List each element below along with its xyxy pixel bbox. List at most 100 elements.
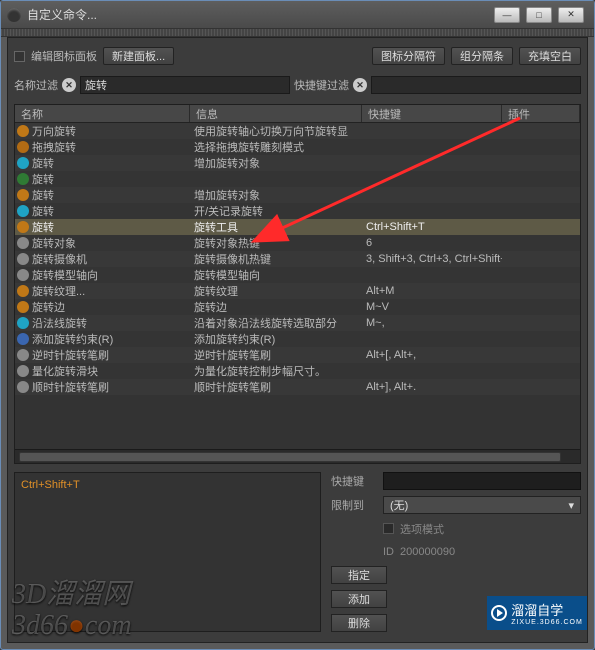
horizontal-scrollbar[interactable]: [15, 449, 580, 463]
row-name: 万向旋转: [32, 123, 76, 139]
row-icon: [17, 285, 29, 297]
hotkey-input[interactable]: [383, 472, 581, 490]
row-icon: [17, 157, 29, 169]
table-header: 名称 信息 快捷键 插件: [15, 105, 580, 123]
titlebar: 自定义命令... — □ ✕: [1, 1, 594, 29]
row-hotkey: M~V: [362, 301, 502, 313]
table-row[interactable]: 万向旋转 使用旋转轴心切换万向节旋转显: [15, 123, 580, 139]
table-row[interactable]: 旋转纹理...旋转纹理Alt+M: [15, 283, 580, 299]
brand-badge: 溜溜自学 ZIXUE.3D66.COM: [487, 596, 587, 630]
col-name[interactable]: 名称: [15, 105, 190, 122]
table-row[interactable]: 旋转 旋转工具Ctrl+Shift+T: [15, 219, 580, 235]
row-name: 拖拽旋转: [32, 139, 76, 155]
id-label: ID: [383, 546, 394, 558]
table-row[interactable]: 逆时针旋转笔刷逆时针旋转笔刷Alt+[, Alt+,: [15, 347, 580, 363]
row-info: 旋转对象热键: [190, 235, 362, 251]
table-body: 万向旋转使用旋转轴心切换万向节旋转显拖拽旋转选择拖拽旋转雕刻模式旋转增加旋转对象…: [15, 123, 580, 449]
table-row[interactable]: 拖拽旋转选择拖拽旋转雕刻模式: [15, 139, 580, 155]
icon-separator-button[interactable]: 图标分隔符: [372, 47, 445, 65]
table-row[interactable]: 顺时针旋转笔刷顺时针旋转笔刷Alt+], Alt+.: [15, 379, 580, 395]
brand-sub: ZIXUE.3D66.COM: [511, 619, 583, 626]
row-icon: [17, 333, 29, 345]
limit-combo-value: (无): [390, 497, 408, 513]
row-info: 旋转摄像机热键: [190, 251, 362, 267]
col-plugin[interactable]: 插件: [502, 105, 580, 122]
col-hotkey[interactable]: 快捷键: [362, 105, 502, 122]
assign-button[interactable]: 指定: [331, 566, 387, 584]
brand-text: 溜溜自学: [511, 603, 563, 618]
name-filter-input[interactable]: [80, 76, 290, 94]
row-info: 旋转模型轴向: [190, 267, 362, 283]
new-panel-button[interactable]: 新建面板...: [103, 47, 174, 65]
row-name: 旋转摄像机: [32, 251, 87, 267]
fill-blank-button[interactable]: 充填空白: [519, 47, 581, 65]
row-icon: [17, 349, 29, 361]
row-name: 旋转: [32, 187, 54, 203]
maximize-button[interactable]: □: [526, 7, 552, 23]
play-icon: [491, 605, 507, 621]
minimize-button[interactable]: —: [494, 7, 520, 23]
table-row[interactable]: 旋转对象旋转对象热键6: [15, 235, 580, 251]
option-mode-checkbox[interactable]: [383, 523, 394, 534]
row-info: 开/关记录旋转: [190, 203, 362, 219]
row-icon: [17, 141, 29, 153]
row-icon: [17, 317, 29, 329]
row-info: 旋转工具: [190, 219, 362, 235]
id-value: 200000090: [400, 546, 455, 558]
row-icon: [17, 237, 29, 249]
limit-combo[interactable]: (无) ▾: [383, 496, 581, 514]
hotkey-filter-input[interactable]: [371, 76, 581, 94]
row-hotkey: Alt+[, Alt+,: [362, 349, 502, 361]
row-name: 旋转: [32, 219, 54, 235]
table-row[interactable]: 量化旋转滑块为量化旋转控制步幅尺寸。: [15, 363, 580, 379]
row-info: 增加旋转对象: [190, 155, 362, 171]
row-name: 逆时针旋转笔刷: [32, 347, 109, 363]
chevron-down-icon: ▾: [568, 499, 574, 512]
hotkey-field-label: 快捷键: [331, 473, 375, 489]
row-name: 旋转模型轴向: [32, 267, 98, 283]
details-left: Ctrl+Shift+T: [14, 472, 321, 632]
row-icon: [17, 173, 29, 185]
delete-button[interactable]: 删除: [331, 614, 387, 632]
row-name: 旋转对象: [32, 235, 76, 251]
table-row[interactable]: 旋转增加旋转对象: [15, 187, 580, 203]
row-icon: [17, 205, 29, 217]
clear-hotkey-filter[interactable]: ✕: [353, 78, 367, 92]
row-icon: [17, 221, 29, 233]
grip-bar: [1, 29, 594, 37]
col-info[interactable]: 信息: [190, 105, 362, 122]
row-info: 为量化旋转控制步幅尺寸。: [190, 363, 362, 379]
row-name: 旋转纹理...: [32, 283, 85, 299]
table-row[interactable]: 旋转 开/关记录旋转: [15, 203, 580, 219]
row-name: 旋转边: [32, 299, 65, 315]
row-name: 旋转: [32, 171, 54, 187]
table-row[interactable]: 旋转增加旋转对象: [15, 155, 580, 171]
row-name: 添加旋转约束(R): [32, 331, 113, 347]
row-info: 添加旋转约束(R): [190, 331, 362, 347]
table-row[interactable]: 旋转模型轴向 旋转模型轴向: [15, 267, 580, 283]
table-row[interactable]: 沿法线旋转沿着对象沿法线旋转选取部分M~,: [15, 315, 580, 331]
row-info: 使用旋转轴心切换万向节旋转显: [190, 123, 362, 139]
row-info: 逆时针旋转笔刷: [190, 347, 362, 363]
group-separator-button[interactable]: 组分隔条: [451, 47, 513, 65]
row-icon: [17, 381, 29, 393]
edit-icon-panel-checkbox[interactable]: [14, 51, 25, 62]
toolbar: 编辑图标面板 新建面板... 图标分隔符 组分隔条 充填空白: [14, 44, 581, 68]
table-row[interactable]: 旋转: [15, 171, 580, 187]
row-info: 顺时针旋转笔刷: [190, 379, 362, 395]
row-name: 旋转: [32, 203, 54, 219]
hotkey-filter-label: 快捷键过滤: [294, 77, 349, 93]
table-row[interactable]: 旋转边旋转边M~V: [15, 299, 580, 315]
row-hotkey: Ctrl+Shift+T: [362, 221, 502, 233]
row-icon: [17, 301, 29, 313]
row-name: 沿法线旋转: [32, 315, 87, 331]
clear-name-filter[interactable]: ✕: [62, 78, 76, 92]
close-button[interactable]: ✕: [558, 7, 584, 23]
current-hotkey-display: Ctrl+Shift+T: [21, 479, 80, 491]
command-table: 名称 信息 快捷键 插件 万向旋转 使用旋转轴心切换万向节旋转显拖拽旋转选择拖拽旋…: [14, 104, 581, 464]
limit-label: 限制到: [331, 497, 375, 513]
table-row[interactable]: 旋转摄像机旋转摄像机热键3, Shift+3, Ctrl+3, Ctrl+Shi…: [15, 251, 580, 267]
add-button[interactable]: 添加: [331, 590, 387, 608]
table-row[interactable]: 添加旋转约束(R) 添加旋转约束(R): [15, 331, 580, 347]
row-info: 沿着对象沿法线旋转选取部分: [190, 315, 362, 331]
